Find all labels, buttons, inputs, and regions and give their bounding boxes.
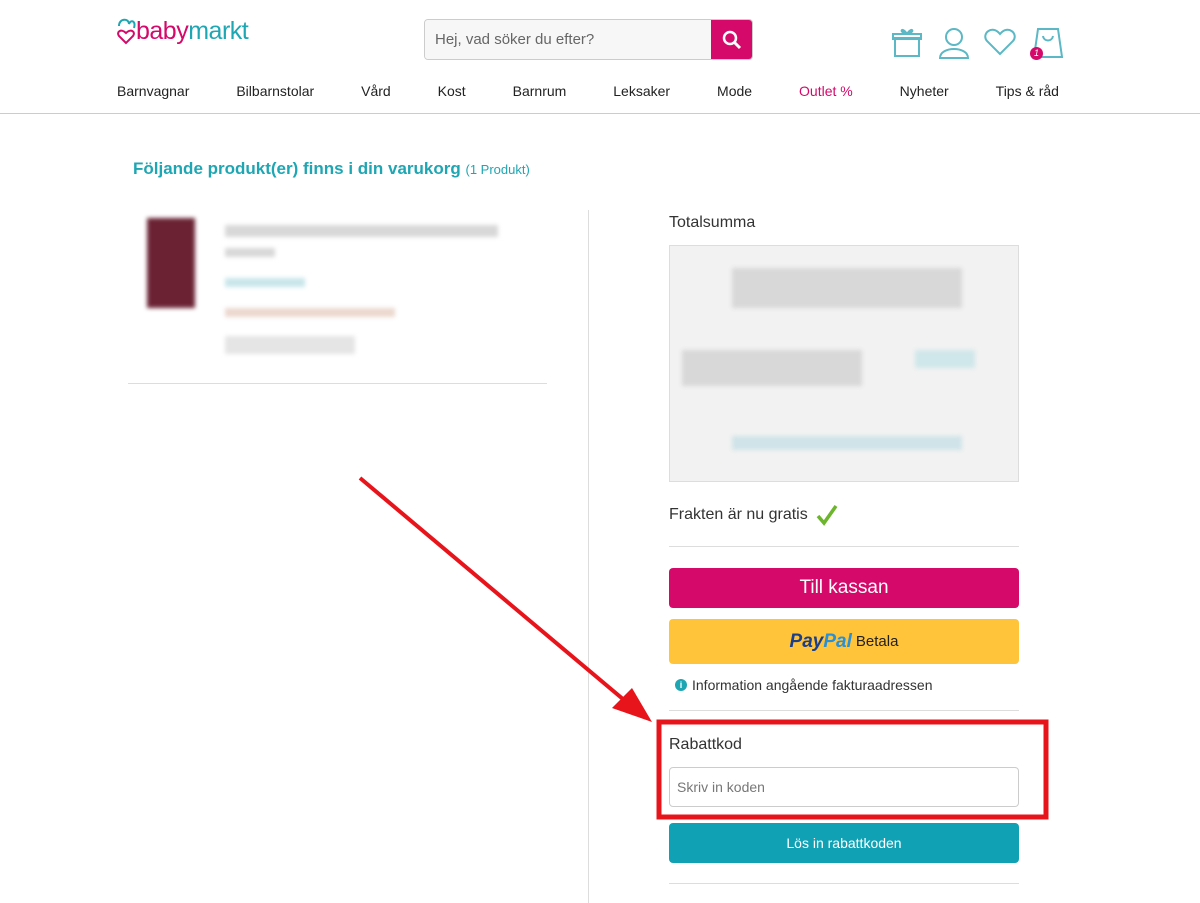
column-divider [588, 210, 589, 903]
redacted-text [225, 248, 275, 257]
redacted-text [225, 278, 305, 287]
search-icon [722, 30, 741, 49]
billing-info-link[interactable]: i Information angående fakturaadressen [675, 677, 933, 693]
paypal-logo: PayPal [789, 630, 852, 652]
total-heading: Totalsumma [669, 214, 756, 231]
redeem-coupon-button[interactable]: Lös in rabattkoden [669, 823, 1019, 863]
nav-item[interactable]: Barnrum [513, 83, 567, 99]
coupon-heading: Rabattkod [669, 736, 742, 753]
nav-item[interactable]: Bilbarnstolar [236, 83, 314, 99]
annotation-overlay [358, 476, 1049, 820]
nav-item[interactable]: Mode [717, 83, 752, 99]
product-name-redacted [225, 225, 498, 237]
total-summary-redacted [669, 245, 1019, 482]
cart-count: (1 Produkt) [465, 162, 530, 177]
divider [669, 883, 1019, 884]
annotation-arrow [358, 476, 632, 707]
logo-heart-icon [117, 18, 136, 45]
nav-item-outlet[interactable]: Outlet % [799, 83, 853, 99]
cart-icon[interactable]: 1 [1030, 26, 1064, 60]
wishlist-heart-icon[interactable] [984, 26, 1016, 60]
info-icon: i [675, 679, 687, 691]
nav-item[interactable]: Nyheter [900, 83, 949, 99]
shipping-status: Frakten är nu gratis [669, 504, 1019, 526]
annotation-arrowhead [612, 688, 652, 722]
gift-icon[interactable] [892, 26, 924, 60]
nav-item[interactable]: Tips & råd [996, 83, 1059, 99]
nav-item[interactable]: Barnvagnar [117, 83, 189, 99]
cart-title: Följande produkt(er) finns i din varukor… [133, 159, 530, 178]
checkout-button[interactable]: Till kassan [669, 568, 1019, 608]
search-input[interactable] [425, 20, 711, 59]
main-nav: Barnvagnar Bilbarnstolar Vård Kost Barnr… [117, 83, 1059, 99]
redacted-text [225, 308, 395, 317]
paypal-button[interactable]: PayPal Betala [669, 619, 1019, 664]
nav-item[interactable]: Leksaker [613, 83, 670, 99]
product-image[interactable] [147, 218, 195, 308]
account-icon[interactable] [938, 26, 970, 60]
search-button[interactable] [711, 20, 752, 59]
nav-item[interactable]: Vård [361, 83, 391, 99]
divider [669, 710, 1019, 711]
divider [669, 546, 1019, 547]
cart-count-badge: 1 [1030, 47, 1043, 60]
redacted-quantity[interactable] [225, 336, 355, 354]
logo[interactable]: baby markt [116, 16, 249, 46]
search-bar [424, 19, 753, 60]
divider [128, 383, 547, 384]
nav-item[interactable]: Kost [438, 83, 466, 99]
site-header: babymarkt 1 Barnvagnar Bilbarnstolar Vår… [0, 0, 1200, 114]
checkmark-icon [816, 504, 838, 526]
coupon-code-input[interactable] [669, 767, 1019, 807]
